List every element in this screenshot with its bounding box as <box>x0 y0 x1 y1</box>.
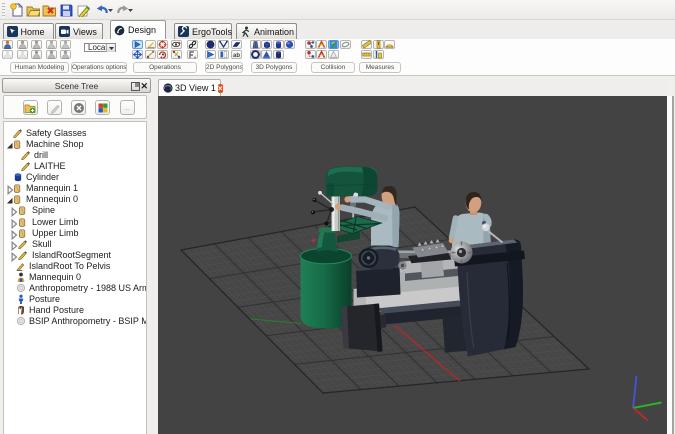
svg-text:...: ... <box>124 105 130 112</box>
svg-text:ab: ab <box>233 53 240 59</box>
